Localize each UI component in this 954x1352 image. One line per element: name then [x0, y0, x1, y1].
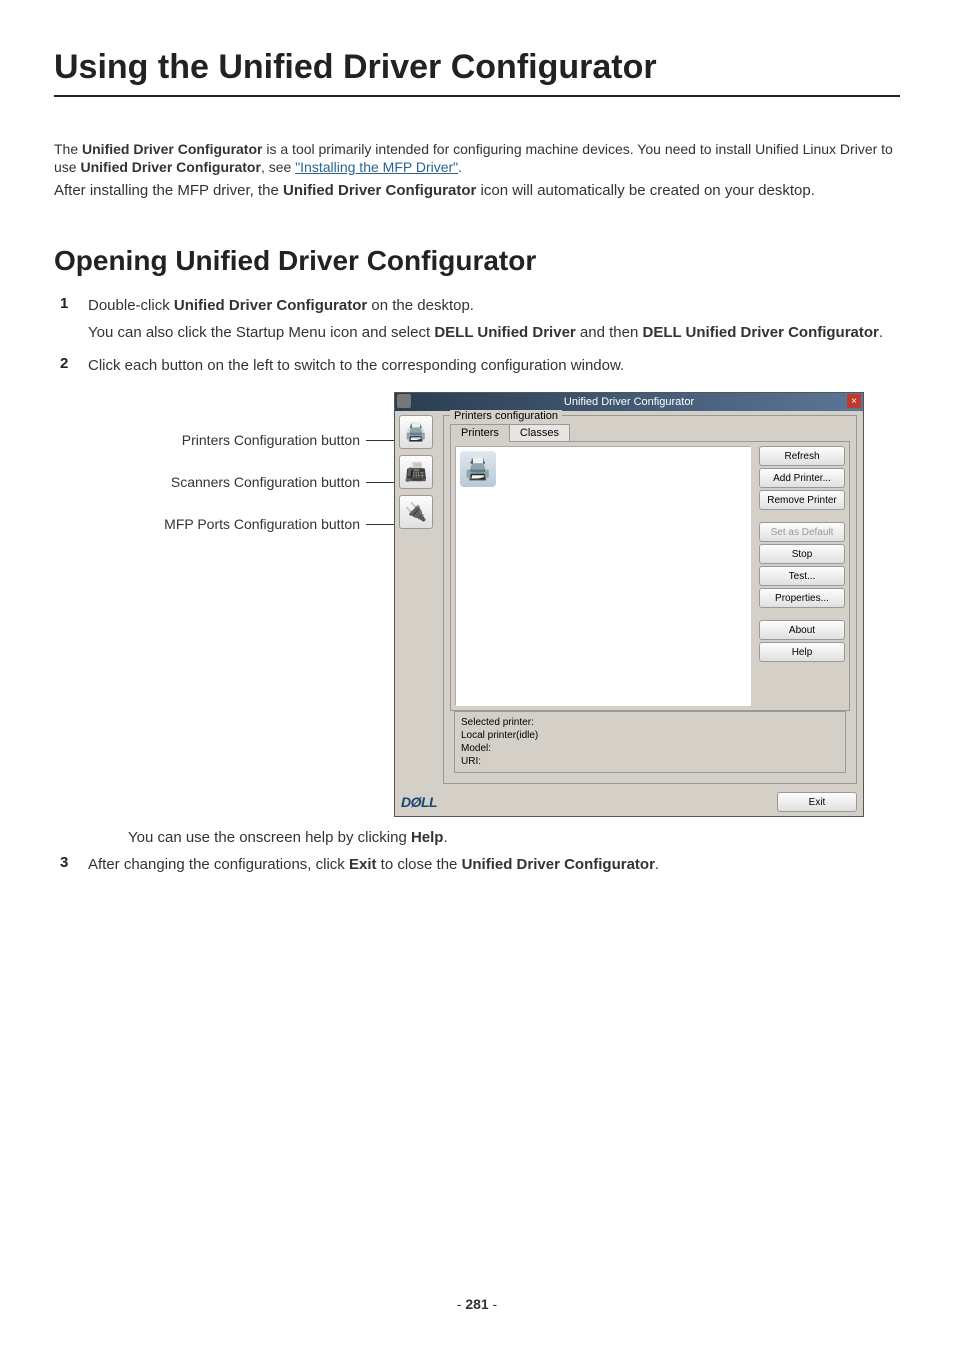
remove-printer-button[interactable]: Remove Printer — [759, 490, 845, 510]
step-3-bold-1: Exit — [349, 856, 377, 873]
step-1-bold-1: Unified Driver Configurator — [174, 297, 367, 314]
install-mfp-link[interactable]: "Installing the MFP Driver" — [295, 159, 458, 175]
fieldset-title: Printers configuration — [450, 410, 562, 422]
steps-list: 1 Double-click Unified Driver Configurat… — [54, 295, 900, 382]
intro-text-1: The — [54, 141, 82, 157]
dell-logo: DØLL — [401, 794, 437, 810]
close-icon[interactable]: × — [847, 394, 861, 408]
intro-bold-2: Unified Driver Configurator — [80, 159, 260, 175]
dialog-bottom-bar: DØLL Exit — [395, 788, 863, 816]
set-default-button[interactable]: Set as Default — [759, 522, 845, 542]
tab-printers[interactable]: Printers — [450, 424, 510, 442]
exit-button[interactable]: Exit — [777, 792, 857, 812]
page-number: - 281 - — [0, 1296, 954, 1312]
intro-text-4: . — [458, 159, 462, 175]
label-printers-button: Printers Configuration button — [182, 432, 360, 448]
stop-button[interactable]: Stop — [759, 544, 845, 564]
steps-list-cont: 3 After changing the configurations, cli… — [54, 854, 900, 881]
printer-list[interactable]: 🖨️ — [455, 446, 751, 706]
intro-text-6: icon will automatically be created on yo… — [476, 182, 815, 199]
printers-config-button[interactable]: 🖨️ — [399, 415, 433, 449]
intro-text-3: , see — [261, 159, 295, 175]
add-printer-button[interactable]: Add Printer... — [759, 468, 845, 488]
dialog-title: Unified Driver Configurator — [564, 396, 694, 408]
step-1-bold-2: DELL Unified Driver — [434, 324, 575, 341]
step-1-bold-3: DELL Unified Driver Configurator — [642, 324, 878, 341]
step-2-continued: You can use the onscreen help by clickin… — [54, 827, 900, 848]
step-1: 1 Double-click Unified Driver Configurat… — [54, 295, 900, 349]
step-3-text-3: . — [655, 856, 659, 873]
step-1-number: 1 — [54, 295, 88, 349]
step-1-text-5: . — [879, 324, 883, 341]
selected-label: Selected printer: — [461, 716, 839, 729]
step-2-bold-help: Help — [411, 829, 444, 846]
step-2-text: Click each button on the left to switch … — [88, 355, 900, 376]
lead-line — [366, 482, 394, 483]
sidebar-icons: 🖨️ 📠 🔌 — [395, 411, 437, 788]
selected-uri: URI: — [461, 755, 839, 768]
lead-line — [366, 524, 394, 525]
figure-labels: Printers Configuration button Scanners C… — [94, 392, 394, 817]
step-3-text-2: to close the — [377, 856, 462, 873]
step-3-bold-2: Unified Driver Configurator — [462, 856, 655, 873]
step-2-text-2a: You can use the onscreen help by clickin… — [128, 829, 411, 846]
properties-button[interactable]: Properties... — [759, 588, 845, 608]
port-icon: 🔌 — [405, 502, 427, 523]
refresh-button[interactable]: Refresh — [759, 446, 845, 466]
step-3-text-1: After changing the configurations, click — [88, 856, 349, 873]
page-dash-post: - — [489, 1296, 498, 1312]
label-ports-button: MFP Ports Configuration button — [164, 516, 360, 532]
step-1-text-3: You can also click the Startup Menu icon… — [88, 324, 434, 341]
intro-bold-3: Unified Driver Configurator — [283, 182, 476, 199]
dialog-titlebar: Unified Driver Configurator × — [395, 393, 863, 411]
label-scanners-button: Scanners Configuration button — [171, 474, 360, 490]
selected-printer-info: Selected printer: Local printer(idle) Mo… — [454, 711, 846, 773]
mfp-ports-config-button[interactable]: 🔌 — [399, 495, 433, 529]
intro-bold-1: Unified Driver Configurator — [82, 141, 262, 157]
section-title: Opening Unified Driver Configurator — [54, 245, 900, 277]
tab-classes[interactable]: Classes — [509, 424, 570, 442]
intro-text-5: After installing the MFP driver, the — [54, 182, 283, 199]
tab-panel: 🖨️ Refresh Add Printer... Remove Printer… — [450, 441, 850, 711]
step-1-text-4: and then — [576, 324, 643, 341]
printer-icon: 🖨️ — [405, 422, 427, 443]
about-button[interactable]: About — [759, 620, 845, 640]
scanners-config-button[interactable]: 📠 — [399, 455, 433, 489]
selected-status: Local printer(idle) — [461, 729, 839, 742]
titlebar-icon — [397, 394, 411, 408]
step-2-text-2c: . — [443, 829, 447, 846]
step-2: 2 Click each button on the left to switc… — [54, 355, 900, 382]
side-buttons: Refresh Add Printer... Remove Printer Se… — [755, 442, 849, 710]
step-1-text-2: on the desktop. — [367, 297, 474, 314]
selected-model: Model: — [461, 742, 839, 755]
step-2-number: 2 — [54, 355, 88, 382]
scanner-icon: 📠 — [405, 462, 427, 483]
configurator-dialog: Unified Driver Configurator × 🖨️ 📠 🔌 Pri… — [394, 392, 864, 817]
page-title: Using the Unified Driver Configurator — [54, 48, 900, 97]
step-1-text-1: Double-click — [88, 297, 174, 314]
step-3-number: 3 — [54, 854, 88, 881]
tabs: Printers Classes — [450, 424, 850, 442]
figure: Printers Configuration button Scanners C… — [54, 392, 900, 817]
intro-paragraph: The Unified Driver Configurator is a too… — [54, 141, 900, 201]
printer-list-icon[interactable]: 🖨️ — [460, 451, 496, 487]
test-button[interactable]: Test... — [759, 566, 845, 586]
step-3: 3 After changing the configurations, cli… — [54, 854, 900, 881]
page-number-value: 281 — [465, 1296, 488, 1312]
printers-fieldset: Printers configuration Printers Classes … — [443, 415, 857, 784]
help-button[interactable]: Help — [759, 642, 845, 662]
lead-line — [366, 440, 394, 441]
